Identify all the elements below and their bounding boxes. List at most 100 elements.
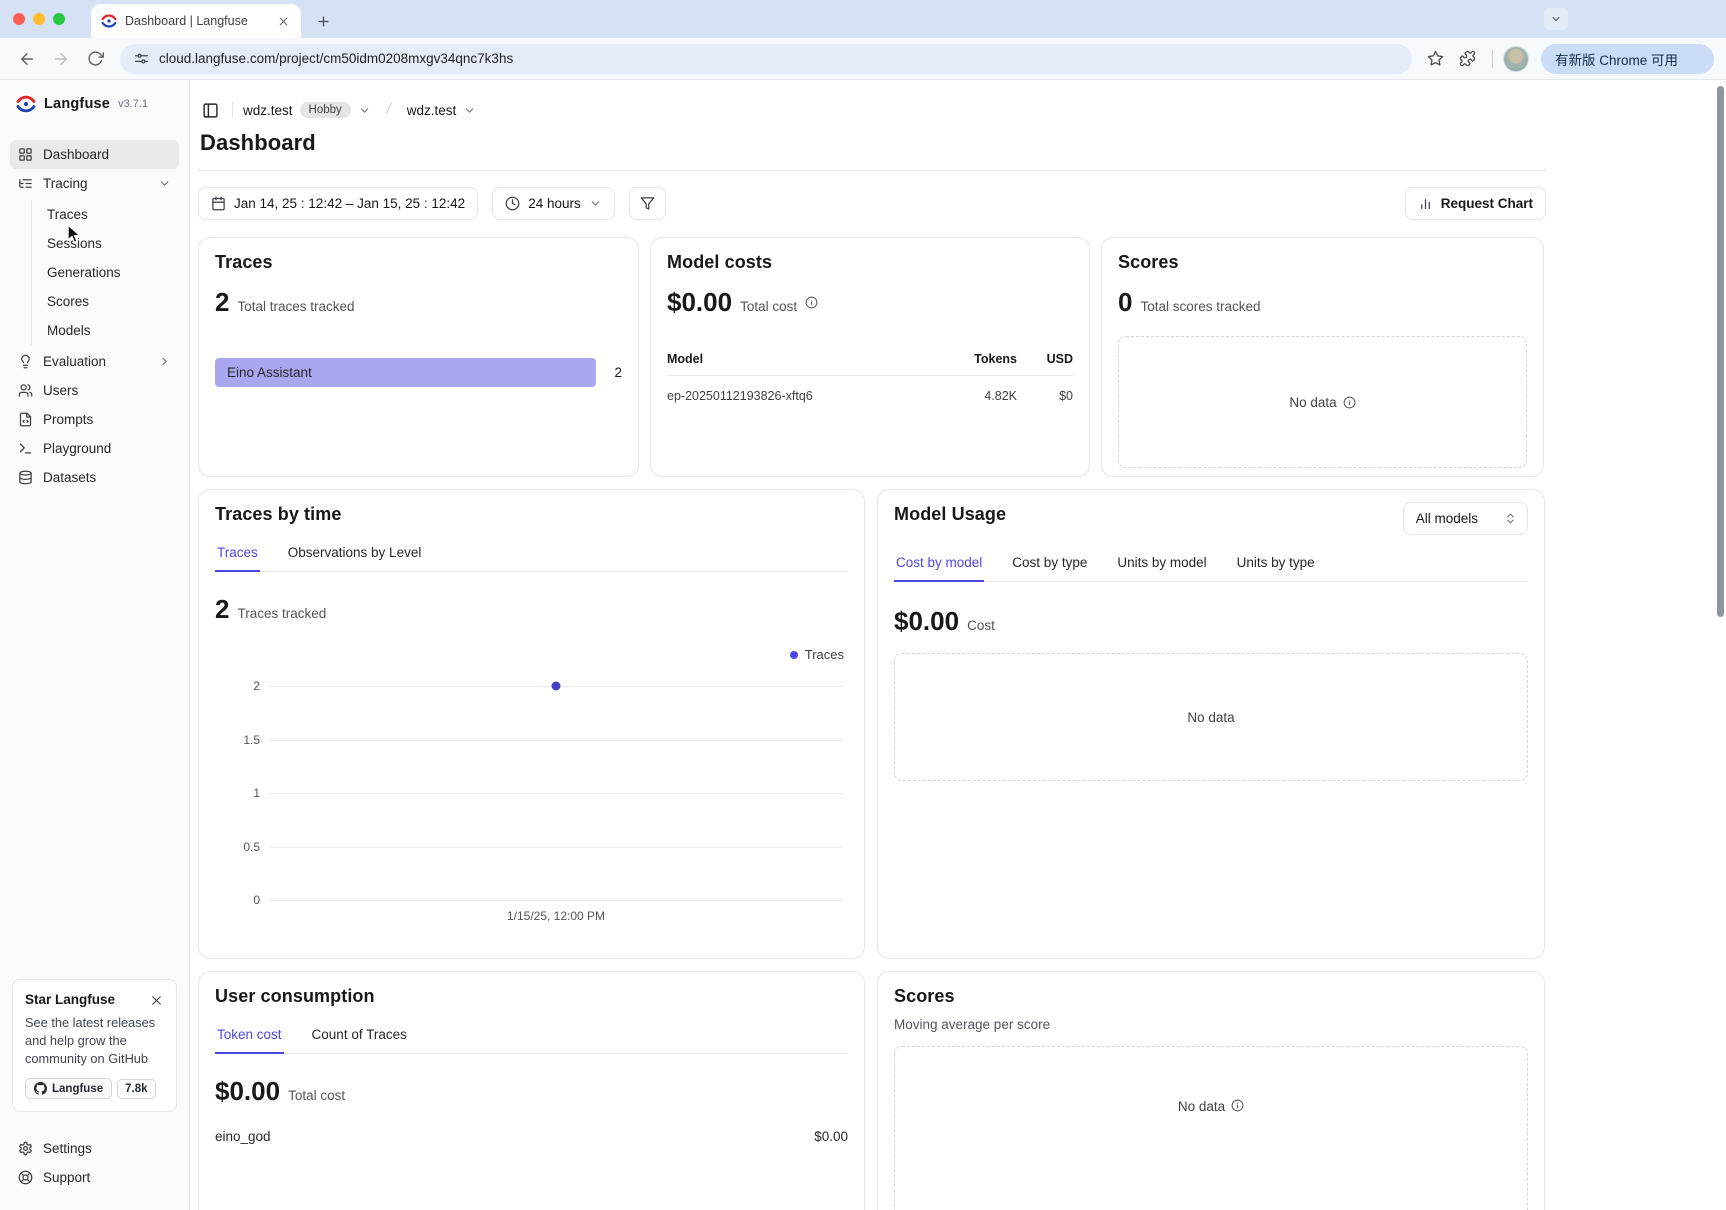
sidebar-item-generations[interactable]: Generations (32, 258, 179, 287)
sidebar-item-label: Users (43, 383, 78, 398)
star-card-body: See the latest releases and help grow th… (25, 1014, 164, 1068)
reload-button[interactable] (80, 44, 110, 74)
tab-observations-by-level[interactable]: Observations by Level (286, 539, 424, 572)
sidebar-item-traces[interactable]: Traces (32, 200, 179, 229)
tab-token-cost[interactable]: Token cost (215, 1021, 284, 1054)
tracing-subgroup: Traces Sessions Generations Scores Model… (31, 200, 179, 345)
sidebar-toggle-icon[interactable] (198, 98, 222, 122)
no-data-text: No data (1187, 710, 1234, 725)
lightbulb-icon (18, 354, 33, 369)
chrome-update-chip[interactable]: 有新版 Chrome 可用 (1541, 44, 1714, 74)
github-repo-badge[interactable]: Langfuse (25, 1078, 112, 1099)
user-name: eino_god (215, 1129, 271, 1144)
dashboard-grid-icon (18, 147, 33, 162)
forward-button[interactable] (46, 44, 76, 74)
star-card-title: Star Langfuse (25, 992, 115, 1007)
close-icon[interactable] (148, 992, 164, 1008)
model-costs-card: Model costs $0.00 Total cost Model Token… (650, 237, 1090, 477)
time-window-select[interactable]: 24 hours (492, 187, 615, 220)
scores-subtitle: Moving average per score (894, 1017, 1528, 1032)
sidebar-item-sessions[interactable]: Sessions (32, 229, 179, 258)
user-consumption-card: User consumption Token cost Count of Tra… (198, 971, 865, 1210)
tab-units-by-model[interactable]: Units by model (1115, 549, 1208, 582)
browser-tab[interactable]: Dashboard | Langfuse (91, 4, 301, 38)
tab-cost-by-type[interactable]: Cost by type (1010, 549, 1089, 582)
new-tab-button[interactable] (309, 7, 337, 35)
trace-name-bar[interactable]: Eino Assistant (215, 358, 596, 387)
chrome-update-text: 有新版 Chrome 可用 (1555, 49, 1678, 69)
gridline: 1 (270, 793, 842, 794)
user-consumption-label: Total cost (288, 1088, 345, 1103)
sidebar-item-prompts[interactable]: Prompts (10, 405, 179, 434)
legend-label: Traces (805, 647, 844, 662)
sidebar-item-users[interactable]: Users (10, 376, 179, 405)
chevron-down-icon (158, 177, 171, 190)
close-window-button[interactable] (13, 13, 25, 25)
sidebar-item-support[interactable]: Support (10, 1163, 179, 1192)
star-langfuse-card: Star Langfuse See the latest releases an… (12, 979, 177, 1112)
tab-count-of-traces[interactable]: Count of Traces (310, 1021, 409, 1054)
sidebar-item-models[interactable]: Models (32, 316, 179, 345)
y-axis-tick: 1 (220, 786, 260, 800)
chevrons-up-down-icon (1504, 512, 1517, 525)
address-bar[interactable]: cloud.langfuse.com/project/cm50idm0208mx… (120, 44, 1412, 74)
sidebar-item-evaluation[interactable]: Evaluation (10, 347, 179, 376)
tab-close-icon[interactable] (275, 13, 291, 29)
tab-traces[interactable]: Traces (215, 539, 260, 572)
no-data-text: No data (1178, 1099, 1225, 1114)
minimize-window-button[interactable] (33, 13, 45, 25)
y-axis-tick: 0.5 (220, 840, 260, 854)
tab-cost-by-model[interactable]: Cost by model (894, 549, 984, 582)
model-usage-empty-state: No data (894, 653, 1528, 781)
trace-name: Eino Assistant (227, 365, 312, 380)
tab-search-chevron-icon[interactable] (1544, 8, 1568, 30)
tab-title: Dashboard | Langfuse (125, 14, 267, 28)
org-switcher[interactable]: wdz.test Hobby (243, 102, 371, 118)
data-point[interactable] (552, 682, 561, 691)
info-icon[interactable] (1343, 396, 1356, 409)
tracing-list-tree-icon (18, 176, 33, 191)
prompt-file-icon (18, 412, 33, 427)
plan-badge: Hobby (300, 102, 351, 118)
breadcrumb: wdz.test Hobby wdz.test (198, 98, 1546, 122)
profile-avatar[interactable] (1503, 46, 1529, 72)
browser-menu-kebab-icon[interactable] (1686, 47, 1710, 71)
filter-button[interactable] (629, 187, 666, 220)
user-consumption-row[interactable]: eino_god $0.00 (215, 1129, 848, 1144)
page-scrollbar-thumb[interactable] (1717, 86, 1724, 617)
traces-chart-plot: 00.511.521/15/25, 12:00 PM (270, 686, 842, 900)
traces-by-time-card: Traces by time Traces Observations by Le… (198, 489, 865, 959)
back-button[interactable] (12, 44, 42, 74)
all-models-select[interactable]: All models (1403, 502, 1528, 535)
langfuse-favicon (101, 13, 117, 29)
sidebar-item-label: Evaluation (43, 354, 106, 369)
site-settings-icon[interactable] (134, 51, 149, 66)
github-star-count[interactable]: 7.8k (117, 1079, 155, 1099)
extensions-puzzle-icon[interactable] (1454, 45, 1482, 73)
col-usd: USD (1017, 352, 1073, 376)
zoom-window-button[interactable] (53, 13, 65, 25)
chart-legend: Traces (215, 647, 848, 662)
scores-bottom-card: Scores Moving average per score No data (877, 971, 1545, 1210)
scores-empty-state: No data (1118, 336, 1527, 468)
langfuse-logo-icon (16, 94, 36, 114)
org-name: wdz.test (243, 103, 293, 118)
card-title: Scores (1118, 252, 1527, 273)
sidebar-item-datasets[interactable]: Datasets (10, 463, 179, 492)
breadcrumb-slash (381, 99, 397, 122)
info-icon[interactable] (1231, 1099, 1244, 1112)
sidebar-item-playground[interactable]: Playground (10, 434, 179, 463)
sidebar-item-scores[interactable]: Scores (32, 287, 179, 316)
sidebar-item-tracing[interactable]: Tracing (10, 169, 179, 198)
bookmark-star-icon[interactable] (1422, 45, 1450, 73)
info-icon[interactable] (805, 296, 818, 309)
sidebar-item-settings[interactable]: Settings (10, 1134, 179, 1163)
table-row[interactable]: ep-20250112193826-xftq6 4.82K $0 (667, 376, 1073, 404)
project-switcher[interactable]: wdz.test (407, 103, 477, 118)
date-range-picker[interactable]: Jan 14, 25 : 12:42 – Jan 15, 25 : 12:42 (198, 187, 478, 220)
model-costs-total: $0.00 (667, 287, 732, 318)
request-chart-button[interactable]: Request Chart (1405, 187, 1546, 220)
tab-units-by-type[interactable]: Units by type (1235, 549, 1317, 582)
sidebar-item-dashboard[interactable]: Dashboard (10, 140, 179, 169)
scores-card: Scores 0 Total scores tracked No data (1101, 237, 1544, 477)
